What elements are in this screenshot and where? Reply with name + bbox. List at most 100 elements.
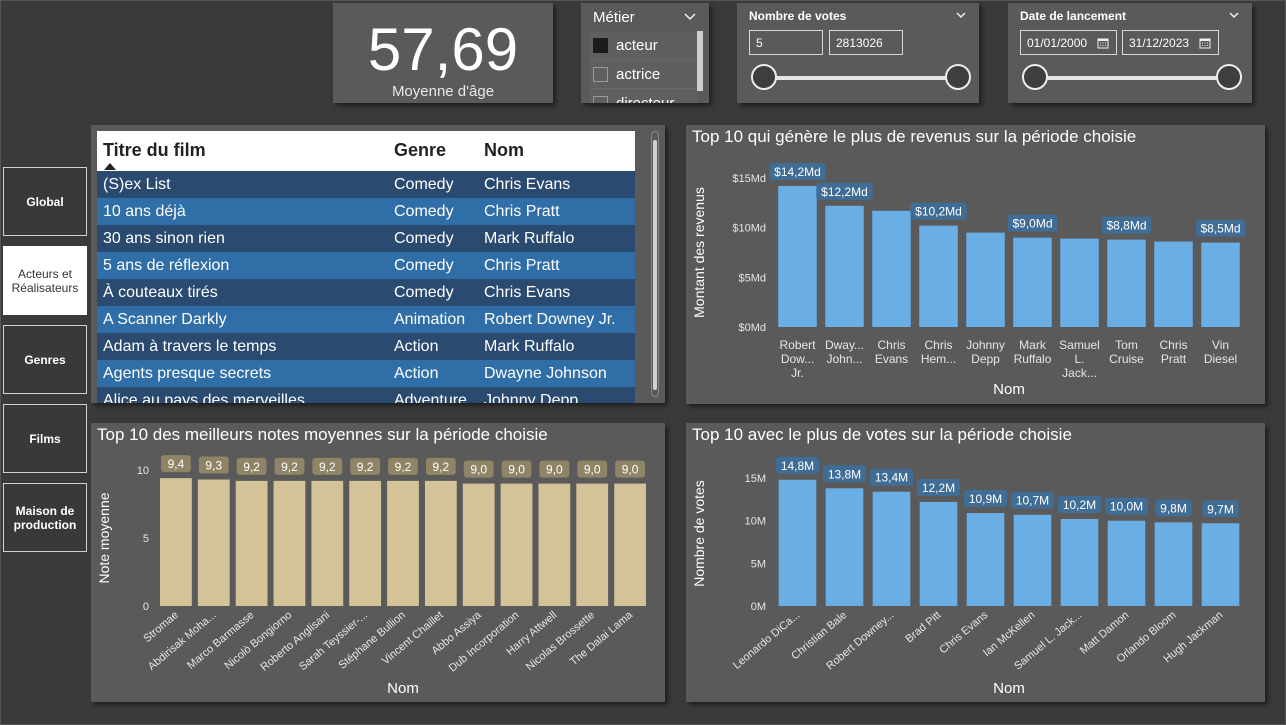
cell-titre: 5 ans de réflexion: [103, 257, 230, 274]
column-header-genre[interactable]: Genre: [394, 140, 446, 161]
sort-ascending-icon[interactable]: [104, 163, 116, 170]
bar: [349, 480, 382, 606]
data-label: 9,2: [433, 460, 450, 474]
nav-button-films[interactable]: Films: [3, 404, 87, 473]
x-tick-label: Nicolò Bongiorno: [222, 609, 294, 672]
bar: [424, 480, 457, 606]
y-tick-label: 0M: [751, 601, 766, 613]
votes-slider-min-handle[interactable]: [751, 64, 777, 90]
table-header: Titre du film Genre Nom: [97, 131, 635, 171]
metier-option-acteur[interactable]: acteur: [589, 31, 697, 60]
cell-nom: Mark Ruffalo: [484, 338, 575, 355]
bar: [966, 232, 1005, 327]
x-tick-label: Sarah Teyssier-...: [297, 609, 370, 673]
data-label: $14,2Md: [774, 165, 821, 179]
nav-button-global[interactable]: Global: [3, 167, 87, 236]
calendar-icon[interactable]: [1199, 37, 1211, 49]
data-label: $8,5Md: [1200, 222, 1240, 236]
date-slider-start-handle[interactable]: [1022, 64, 1048, 90]
data-label: 9,2: [243, 460, 260, 474]
chevron-down-icon[interactable]: [683, 9, 697, 23]
data-label: 13,4M: [875, 471, 908, 485]
data-label: 9,4: [168, 457, 185, 471]
table-row[interactable]: 5 ans de réflexion Comedy Chris Pratt: [97, 252, 635, 279]
chevron-down-icon[interactable]: [955, 9, 967, 21]
y-tick-label: $0Md: [738, 322, 766, 334]
table-body: (S)ex List Comedy Chris Evans 10 ans déjà Co…: [97, 171, 635, 403]
x-tick-label: Mark Ruffalo: [1014, 338, 1052, 366]
cell-nom: Dwayne Johnson: [484, 365, 607, 382]
table-row[interactable]: Agents presque secrets Action Dwayne Johns…: [97, 360, 635, 387]
bar: [778, 185, 817, 327]
data-label: 9,0: [584, 463, 601, 477]
data-label: 9,7M: [1207, 502, 1234, 516]
y-tick-label: 0: [143, 601, 149, 613]
bar: [1013, 237, 1052, 327]
votes-slider-max-handle[interactable]: [945, 64, 971, 90]
column-header-titre[interactable]: Titre du film: [103, 140, 206, 161]
date-range-slicer: Date de lancement 01/01/2000 31/12/2023: [1008, 3, 1252, 103]
bar: [1201, 242, 1240, 327]
votes-max-value: 2813026: [836, 35, 883, 50]
metier-scrollbar[interactable]: [697, 31, 703, 91]
nav-button-maison-de-production[interactable]: Maison de production: [3, 483, 87, 552]
metier-option-actrice[interactable]: actrice: [589, 60, 697, 89]
cell-genre: Comedy: [394, 203, 454, 220]
date-end-input[interactable]: 31/12/2023: [1122, 30, 1219, 55]
metier-option-directeur[interactable]: directeur: [589, 89, 697, 103]
cell-genre: Comedy: [394, 284, 454, 301]
data-label: 9,2: [319, 460, 336, 474]
table-row[interactable]: Adam à travers le temps Action Mark Ruffal…: [97, 333, 635, 360]
revenue-bar-chart: $0Md $5Md $10Md $15Md Montant des revenus $14…: [691, 162, 1246, 398]
x-tick-label: Brad Pitt: [903, 609, 943, 645]
nav-button-acteurs-realisateurs[interactable]: Acteurs et Réalisateurs: [3, 246, 87, 315]
date-slider-end-handle[interactable]: [1216, 64, 1242, 90]
nav-label: Genres: [24, 352, 66, 367]
cell-titre: A Scanner Darkly: [103, 311, 227, 328]
calendar-icon[interactable]: [1097, 37, 1109, 49]
data-label: $10,2Md: [915, 205, 962, 219]
table-row[interactable]: (S)ex List Comedy Chris Evans: [97, 171, 635, 198]
nav-label: Acteurs et Réalisateurs: [11, 266, 79, 295]
nav-label: Maison de production: [13, 503, 77, 532]
film-table: Titre du film Genre Nom (S)ex List Comedy…: [91, 125, 665, 403]
metier-option-label: acteur: [616, 36, 658, 54]
date-start-input[interactable]: 01/01/2000: [1020, 30, 1117, 55]
bar: [1154, 522, 1193, 606]
nav-button-genres[interactable]: Genres: [3, 325, 87, 394]
votes-max-input[interactable]: 2813026: [829, 30, 903, 55]
chevron-down-icon[interactable]: [1228, 9, 1240, 21]
checkbox-directeur[interactable]: [593, 95, 608, 103]
kpi-label: Moyenne d'âge: [391, 83, 495, 100]
bar: [1201, 523, 1240, 606]
table-row[interactable]: À couteaux tirés Comedy Chris Evans: [97, 279, 635, 306]
table-row[interactable]: A Scanner Darkly Animation Robert Downey J…: [97, 306, 635, 333]
bar: [778, 479, 817, 606]
kpi-card-average-age: 57,69 Moyenne d'âge: [333, 3, 553, 103]
cell-genre: Comedy: [394, 230, 454, 247]
date-slider-track[interactable]: [1035, 76, 1229, 80]
x-tick-label: Roberto Anglisani: [258, 609, 332, 674]
bar: [500, 483, 533, 606]
table-scrollbar-thumb[interactable]: [653, 140, 657, 390]
data-label: 10,0M: [1110, 500, 1143, 514]
y-tick-label: $15Md: [732, 173, 766, 185]
bar: [825, 205, 864, 327]
x-tick-label: Vin Diesel: [1204, 338, 1237, 366]
votes-chart-card: Top 10 avec le plus de votes sur la péri…: [686, 423, 1265, 702]
table-row[interactable]: Alice au pays des merveilles Adventure Joh…: [97, 387, 635, 403]
cell-genre: Adventure: [394, 392, 467, 403]
bar: [872, 491, 911, 606]
column-header-nom[interactable]: Nom: [484, 140, 524, 161]
data-label: 12,2M: [922, 481, 955, 495]
checkbox-acteur[interactable]: [593, 37, 608, 53]
table-row[interactable]: 30 ans sinon rien Comedy Mark Ruffalo: [97, 225, 635, 252]
checkbox-actrice[interactable]: [593, 66, 608, 82]
votes-min-input[interactable]: 5: [749, 30, 823, 55]
x-tick-label: Stéphane Bullion: [336, 609, 407, 672]
votes-slider-track[interactable]: [764, 76, 958, 80]
table-scrollbar[interactable]: [651, 131, 659, 397]
metier-option-label: actrice: [616, 65, 661, 83]
table-row[interactable]: 10 ans déjà Comedy Chris Pratt: [97, 198, 635, 225]
cell-titre: (S)ex List: [103, 176, 171, 193]
